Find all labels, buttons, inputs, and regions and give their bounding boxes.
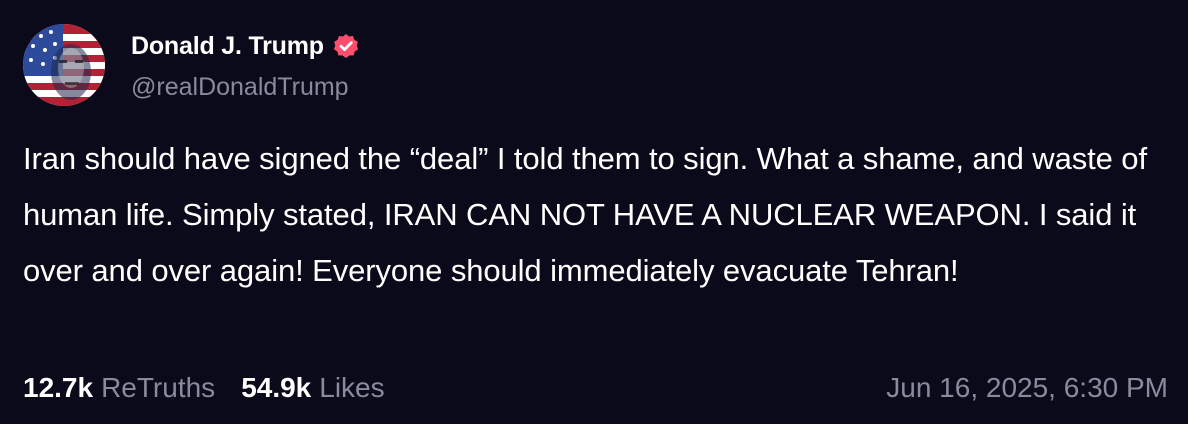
author-name-row: Donald J. Trump [131, 30, 359, 62]
post-stats: 12.7k ReTruths 54.9k Likes [23, 368, 385, 408]
retruths-stat[interactable]: 12.7k ReTruths [23, 372, 215, 404]
avatar-image [23, 24, 105, 106]
author-handle[interactable]: @realDonaldTrump [131, 73, 349, 102]
likes-label: Likes [319, 372, 385, 403]
retruths-label: ReTruths [101, 372, 216, 403]
author-display-name[interactable]: Donald J. Trump [131, 32, 324, 61]
post-timestamp[interactable]: Jun 16, 2025, 6:30 PM [886, 368, 1168, 408]
post-card: Donald J. Trump @realDonaldTrump Iran sh… [0, 0, 1188, 424]
avatar[interactable] [23, 24, 105, 106]
post-text: Iran should have signed the “deal” I tol… [23, 141, 1147, 288]
likes-stat[interactable]: 54.9k Likes [241, 372, 384, 404]
retruths-count: 12.7k [23, 372, 94, 403]
likes-count: 54.9k [241, 372, 312, 403]
verified-badge-icon [333, 33, 359, 59]
